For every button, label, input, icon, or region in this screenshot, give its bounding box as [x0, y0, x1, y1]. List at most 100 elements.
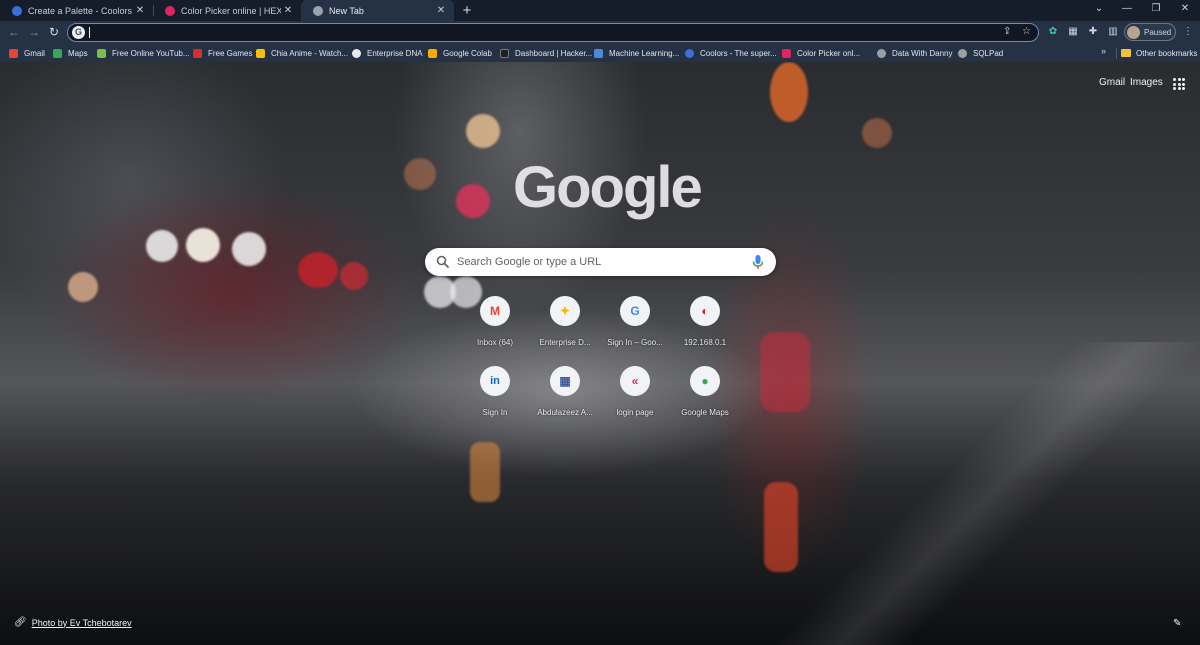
- coolors-icon: [685, 48, 694, 58]
- menu-icon[interactable]: ⋮: [1180, 24, 1196, 40]
- bookmark-label: Free Games: [208, 48, 253, 58]
- tab-title: New Tab: [329, 5, 364, 16]
- bookmark-label: Coolors - The super...: [700, 48, 777, 58]
- bookmark-label: Dashboard | Hacker...: [515, 48, 593, 58]
- bookmark-chia-anime[interactable]: Chia Anime - Watch...: [256, 46, 348, 60]
- background-photo: [862, 118, 892, 148]
- tab-coolors[interactable]: Create a Palette - Coolors ✕: [0, 0, 153, 21]
- bookmark-data-with-danny[interactable]: Data With Danny: [877, 46, 952, 60]
- background-photo: [404, 158, 436, 190]
- side-panel-icon[interactable]: ▥: [1105, 24, 1121, 40]
- search-input[interactable]: [457, 248, 747, 276]
- background-photo: [466, 114, 500, 148]
- bookmark-maps[interactable]: Maps: [53, 46, 88, 60]
- shortcut-enterprise-dna[interactable]: ✦ Enterprise D...: [530, 296, 600, 360]
- search-icon: [436, 255, 449, 268]
- share-icon[interactable]: ⇪: [1003, 26, 1011, 37]
- customize-pencil-icon[interactable]: ✎: [1173, 618, 1181, 629]
- bookmarks-bar: Gmail Maps Free Online YouTub... Free Ga…: [0, 43, 1200, 62]
- back-icon[interactable]: ←: [5, 23, 23, 41]
- globe-icon: [958, 48, 967, 58]
- gmail-icon: M: [480, 296, 510, 326]
- background-photo: [760, 332, 810, 412]
- new-tab-page: Gmail Images Google M Inbox (64) ✦ Enter…: [0, 62, 1200, 645]
- folder-icon: [1121, 49, 1131, 57]
- website-icon: ▦: [550, 366, 580, 396]
- bookmark-gmail[interactable]: Gmail: [9, 46, 45, 60]
- bookmark-label: Gmail: [24, 48, 45, 58]
- forward-icon[interactable]: →: [25, 23, 43, 41]
- bookmark-colab[interactable]: Google Colab: [428, 46, 492, 60]
- google-icon: G: [72, 26, 85, 39]
- photo-credit-text: Photo by Ev Tchebotarev: [31, 617, 132, 628]
- bookmark-label: Machine Learning...: [609, 48, 680, 58]
- bookmark-label: Color Picker onl...: [797, 48, 861, 58]
- tab-color-picker[interactable]: Color Picker online | HEX Color ✕: [153, 0, 301, 21]
- close-window-icon[interactable]: ✕: [1171, 0, 1199, 20]
- minimize-icon[interactable]: —: [1113, 0, 1141, 20]
- other-bookmarks-folder[interactable]: Other bookmarks: [1121, 46, 1197, 60]
- microphone-icon[interactable]: [751, 254, 765, 270]
- background-photo: [340, 262, 368, 290]
- gmail-icon: [9, 48, 18, 58]
- text-caret: [89, 27, 90, 38]
- shortcut-abdulazeez[interactable]: ▦ Abdulazeez A...: [530, 366, 600, 430]
- background-photo: [456, 184, 490, 218]
- bookmark-coolors[interactable]: Coolors - The super...: [685, 46, 777, 60]
- bookmark-free-games[interactable]: Free Games: [193, 46, 252, 60]
- new-tab-button[interactable]: +: [458, 2, 476, 20]
- bookmark-hackerrank[interactable]: Dashboard | Hacker...: [500, 46, 592, 60]
- tab-new-tab[interactable]: New Tab ✕: [301, 0, 454, 21]
- bookmark-label: Enterprise DNA: [367, 48, 423, 58]
- background-photo: [770, 62, 808, 122]
- search-box[interactable]: [425, 248, 776, 276]
- gmail-link[interactable]: Gmail: [1099, 77, 1125, 88]
- shortcut-login-page[interactable]: « login page: [600, 366, 670, 430]
- bookmark-color-picker[interactable]: Color Picker onl...: [782, 46, 860, 60]
- shortcut-inbox[interactable]: M Inbox (64): [460, 296, 530, 360]
- extensions-puzzle-icon[interactable]: ✚: [1085, 24, 1101, 40]
- tab-title: Create a Palette - Coolors: [28, 5, 133, 16]
- shortcut-linkedin[interactable]: in Sign In: [460, 366, 530, 430]
- login-icon: «: [620, 366, 650, 396]
- globe-icon: [877, 48, 886, 58]
- more-bookmarks-chevron-icon[interactable]: »: [1101, 46, 1106, 56]
- games-icon: [193, 48, 202, 58]
- tab-strip: Create a Palette - Coolors ✕ Color Picke…: [0, 0, 1200, 21]
- restore-icon[interactable]: ❐: [1142, 0, 1170, 20]
- enterprise-dna-icon: [352, 48, 361, 58]
- bookmark-youtube[interactable]: Free Online YouTub...: [97, 46, 190, 60]
- shortcut-google-maps[interactable]: ● Google Maps: [670, 366, 740, 430]
- close-tab-icon[interactable]: ✕: [281, 5, 295, 16]
- bookmark-label: Free Online YouTub...: [112, 48, 190, 58]
- close-tab-icon[interactable]: ✕: [434, 5, 448, 16]
- profile-status: Paused: [1144, 27, 1172, 37]
- extension-icon[interactable]: ✿: [1045, 24, 1061, 40]
- maps-pin-icon: ●: [690, 366, 720, 396]
- download-icon: [97, 48, 106, 58]
- bookmark-label: Other bookmarks: [1136, 48, 1198, 58]
- bookmark-enterprise-dna[interactable]: Enterprise DNA: [352, 46, 423, 60]
- shortcut-router[interactable]: ◐ 192.168.0.1: [670, 296, 740, 360]
- shortcut-google-sign-in[interactable]: G Sign In – Goo...: [600, 296, 670, 360]
- bookmark-sqlpad[interactable]: SQLPad: [958, 46, 1003, 60]
- background-photo: [764, 482, 798, 572]
- close-tab-icon[interactable]: ✕: [133, 5, 147, 16]
- shortcut-label: login page: [616, 408, 654, 417]
- reload-icon[interactable]: ↻: [45, 23, 63, 41]
- tab-search-icon[interactable]: ⌄: [1085, 0, 1113, 20]
- bookmark-star-icon[interactable]: ☆: [1022, 26, 1031, 37]
- background-photo: [232, 232, 266, 266]
- photo-credit-link[interactable]: 🔗︎ Photo by Ev Tchebotarev: [14, 617, 132, 628]
- images-link[interactable]: Images: [1130, 77, 1163, 88]
- link-icon: 🔗︎: [14, 617, 27, 628]
- maps-icon: [53, 48, 62, 58]
- apps-grid-icon[interactable]: [1173, 78, 1185, 90]
- address-bar[interactable]: G ⇪ ☆: [67, 23, 1039, 42]
- shortcut-label: Sign In – Goo...: [607, 338, 663, 347]
- bookmark-machine-learning[interactable]: Machine Learning...: [594, 46, 679, 60]
- shortcut-label: Inbox (64): [476, 338, 514, 347]
- google-icon: G: [620, 296, 650, 326]
- extension-icon[interactable]: ▦: [1065, 24, 1081, 40]
- profile-button[interactable]: Paused: [1124, 23, 1176, 41]
